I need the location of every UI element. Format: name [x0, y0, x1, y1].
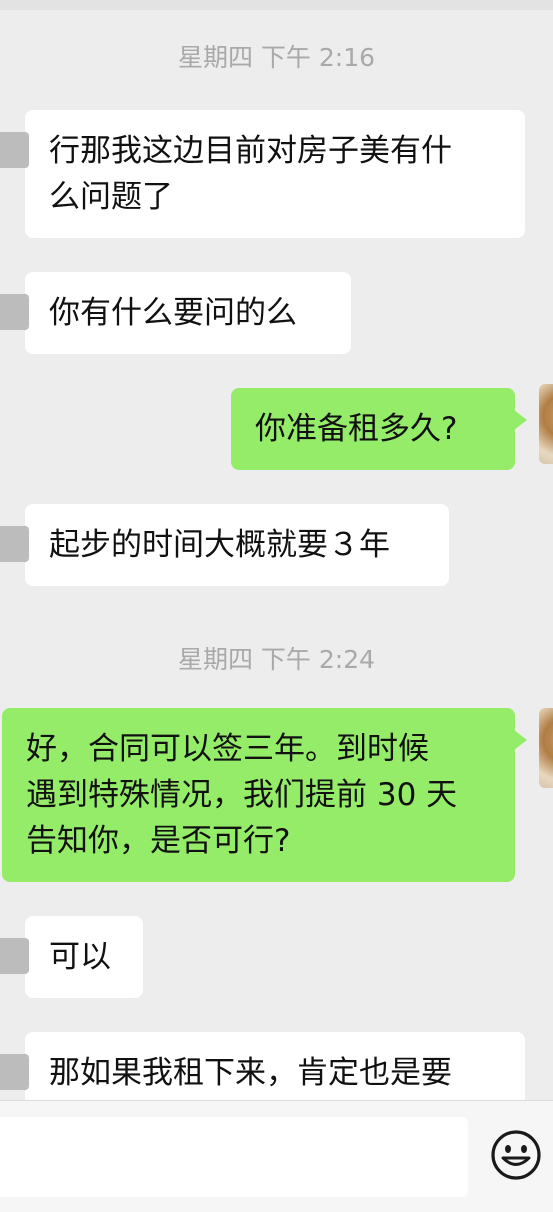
message-line: 遇到特殊情况，我们提前 30 天: [26, 777, 458, 813]
message-bubble-incoming[interactable]: 你有什么要问的么: [0, 272, 351, 354]
contact-avatar[interactable]: [0, 1054, 29, 1090]
contact-avatar[interactable]: [0, 294, 29, 330]
contact-avatar[interactable]: [0, 132, 29, 168]
message-bubble-incoming[interactable]: 行那我这边目前对房子美有什 么问题了: [0, 110, 525, 238]
my-avatar[interactable]: [539, 708, 553, 788]
chat-screen: 星期四 下午 2:16 行那我这边目前对房子美有什 么问题了 你有什么要问的么 …: [0, 0, 553, 1212]
message-bubble-incoming[interactable]: 可以: [0, 916, 143, 998]
message-line: 告知你，是否可行?: [26, 823, 291, 859]
contact-avatar[interactable]: [0, 526, 29, 562]
message-line: 么问题了: [49, 179, 173, 215]
message-line: 行那我这边目前对房子美有什: [49, 133, 452, 169]
message-line: 那如果我租下来，肯定也是要: [49, 1055, 452, 1091]
message-line: 可以: [49, 939, 111, 975]
message-bubble-incoming[interactable]: 起步的时间大概就要３年: [0, 504, 449, 586]
my-avatar[interactable]: [539, 384, 553, 464]
message-bubble-outgoing[interactable]: 你准备租多久?: [231, 388, 527, 470]
message-line: 好，合同可以签三年。到时候: [26, 731, 429, 767]
timestamp: 星期四 下午 2:24: [177, 645, 376, 674]
timestamp: 星期四 下午 2:16: [177, 43, 376, 72]
smiley-icon[interactable]: [490, 1129, 542, 1181]
message-line: 你准备租多久?: [255, 411, 458, 447]
message-list[interactable]: 星期四 下午 2:16 行那我这边目前对房子美有什 么问题了 你有什么要问的么 …: [0, 0, 553, 1122]
message-line: 起步的时间大概就要３年: [49, 527, 390, 563]
input-bar: [0, 1100, 553, 1212]
contact-avatar[interactable]: [0, 938, 29, 974]
message-line: 你有什么要问的么: [49, 295, 297, 331]
message-input[interactable]: [0, 1117, 468, 1197]
message-bubble-outgoing[interactable]: 好，合同可以签三年。到时候 遇到特殊情况，我们提前 30 天 告知你，是否可行?: [2, 708, 527, 882]
